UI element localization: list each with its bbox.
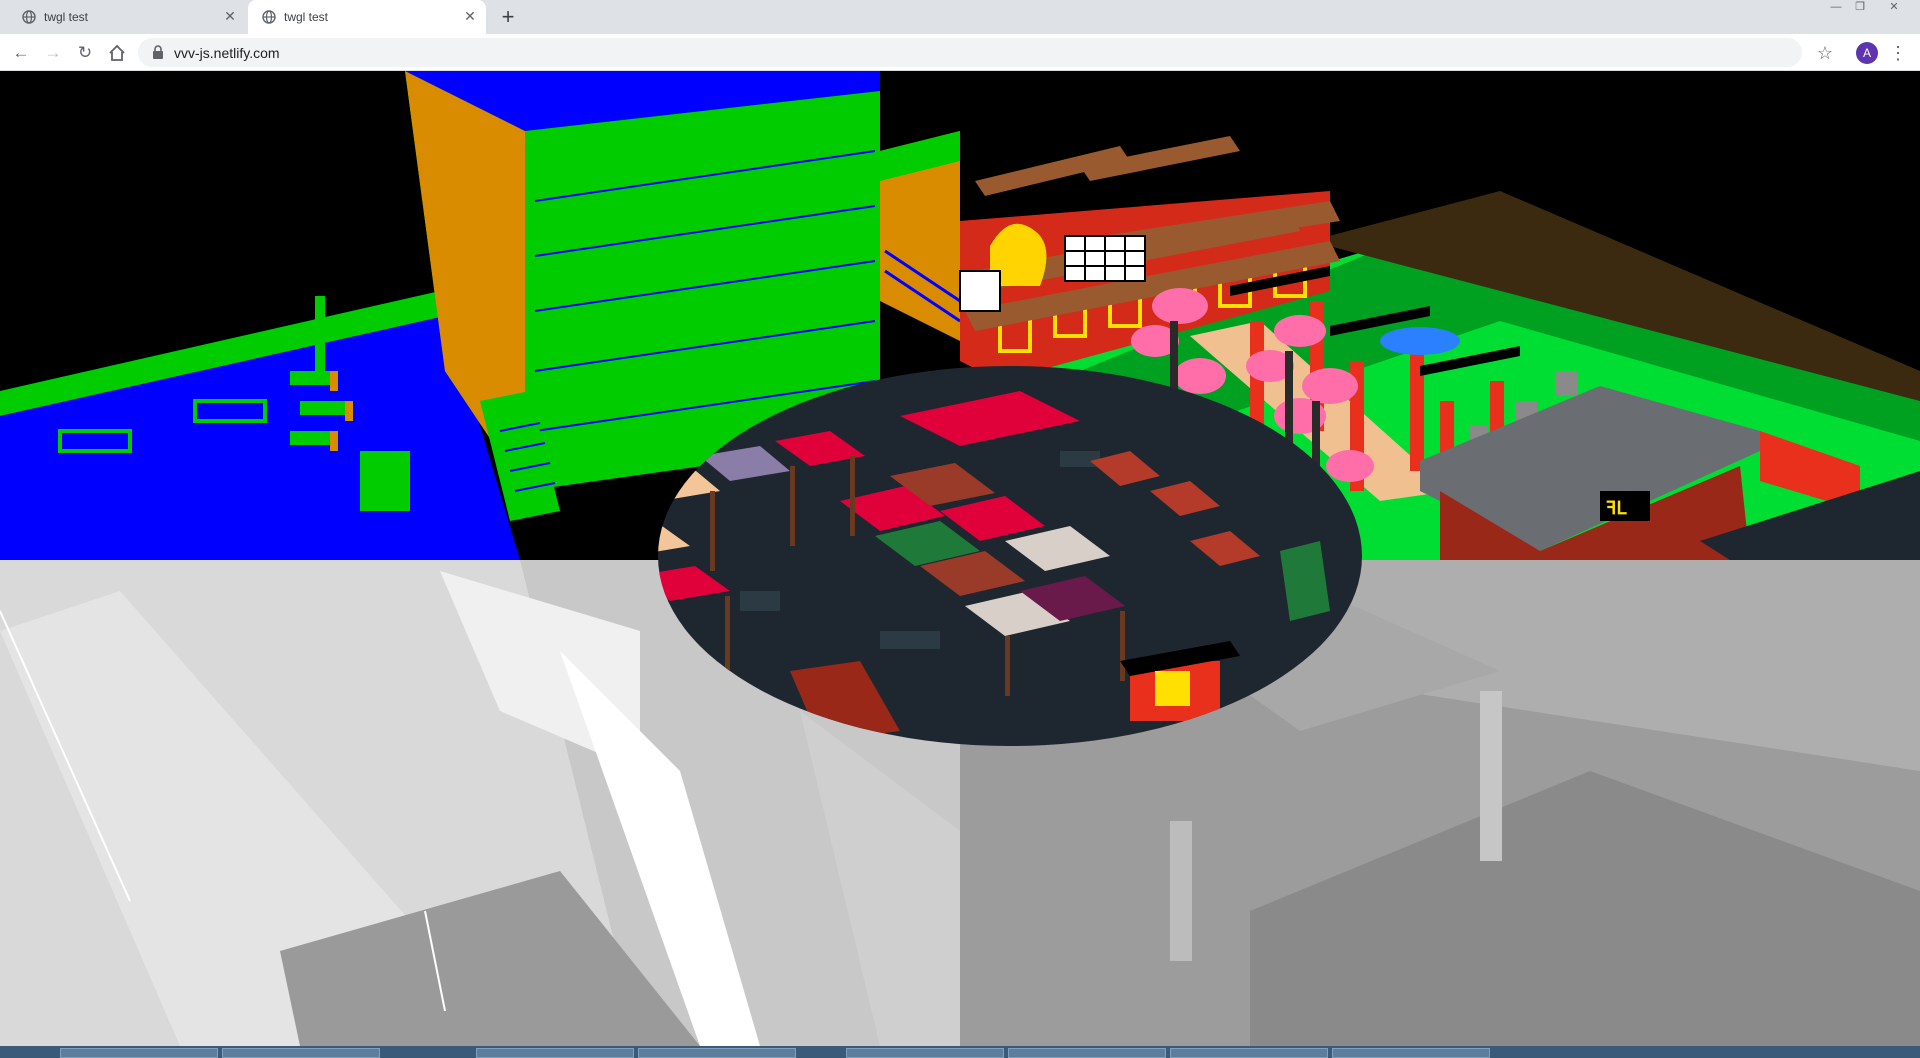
tab-title: twgl test: [284, 10, 329, 24]
svg-text:ꟻᒪ: ꟻᒪ: [1606, 498, 1627, 518]
taskbar-item[interactable]: [1170, 1048, 1328, 1058]
taskbar-item[interactable]: [60, 1048, 218, 1058]
taskbar-item[interactable]: [476, 1048, 634, 1058]
reload-icon[interactable]: ↻: [72, 40, 98, 66]
tab-strip: twgl test ✕ twgl test ✕ + — ❐ ✕: [0, 0, 1920, 34]
forward-arrow-icon[interactable]: →: [40, 40, 66, 66]
star-icon[interactable]: ☆: [1812, 40, 1838, 66]
taskbar-item[interactable]: [1008, 1048, 1166, 1058]
taskbar-item[interactable]: [1332, 1048, 1490, 1058]
taskbar-item[interactable]: [222, 1048, 380, 1058]
tab-1[interactable]: twgl test ✕: [8, 0, 246, 34]
avatar[interactable]: A: [1856, 42, 1878, 64]
os-taskbar: [0, 1046, 1920, 1058]
home-icon[interactable]: [104, 40, 130, 66]
close-icon[interactable]: ✕: [222, 8, 238, 24]
lock-icon: [152, 45, 164, 59]
new-tab-button[interactable]: +: [494, 4, 522, 32]
webgl-canvas[interactable]: ꟻᒪ: [0, 71, 1920, 1046]
tab-title: twgl test: [44, 10, 89, 24]
kebab-menu-icon[interactable]: ⋮: [1888, 40, 1908, 66]
restore-icon[interactable]: ❐: [1849, 0, 1871, 16]
taskbar-item[interactable]: [638, 1048, 796, 1058]
address-bar[interactable]: vvv-js.netlify.com: [138, 38, 1802, 67]
window-close-icon[interactable]: ✕: [1873, 0, 1915, 16]
tab-2[interactable]: twgl test ✕: [248, 0, 486, 34]
scene-render: ꟻᒪ: [0, 71, 1920, 1046]
browser-toolbar: ← → ↻ vvv-js.netlify.com ☆ A ⋮: [0, 34, 1920, 71]
minimize-icon[interactable]: —: [1825, 0, 1847, 16]
taskbar-item[interactable]: [846, 1048, 1004, 1058]
globe-icon: [262, 10, 276, 24]
globe-icon: [22, 10, 36, 24]
close-icon[interactable]: ✕: [462, 8, 478, 24]
url-text: vvv-js.netlify.com: [174, 45, 280, 61]
back-arrow-icon[interactable]: ←: [8, 40, 34, 66]
